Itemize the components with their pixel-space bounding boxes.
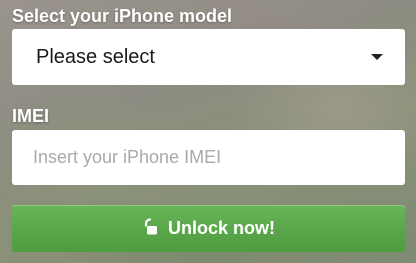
model-label: Select your iPhone model xyxy=(12,6,233,26)
model-select[interactable]: Please select xyxy=(12,29,405,85)
imei-input[interactable] xyxy=(12,130,405,185)
unlock-button-content: Unlock now! xyxy=(12,217,405,239)
chevron-down-icon xyxy=(371,54,383,60)
model-select-value: Please select xyxy=(36,46,155,68)
imei-label: IMEI xyxy=(12,106,50,126)
unlock-button[interactable]: Unlock now! xyxy=(12,205,405,252)
unlock-button-label: Unlock now! xyxy=(168,218,275,238)
unlock-icon xyxy=(144,218,157,235)
